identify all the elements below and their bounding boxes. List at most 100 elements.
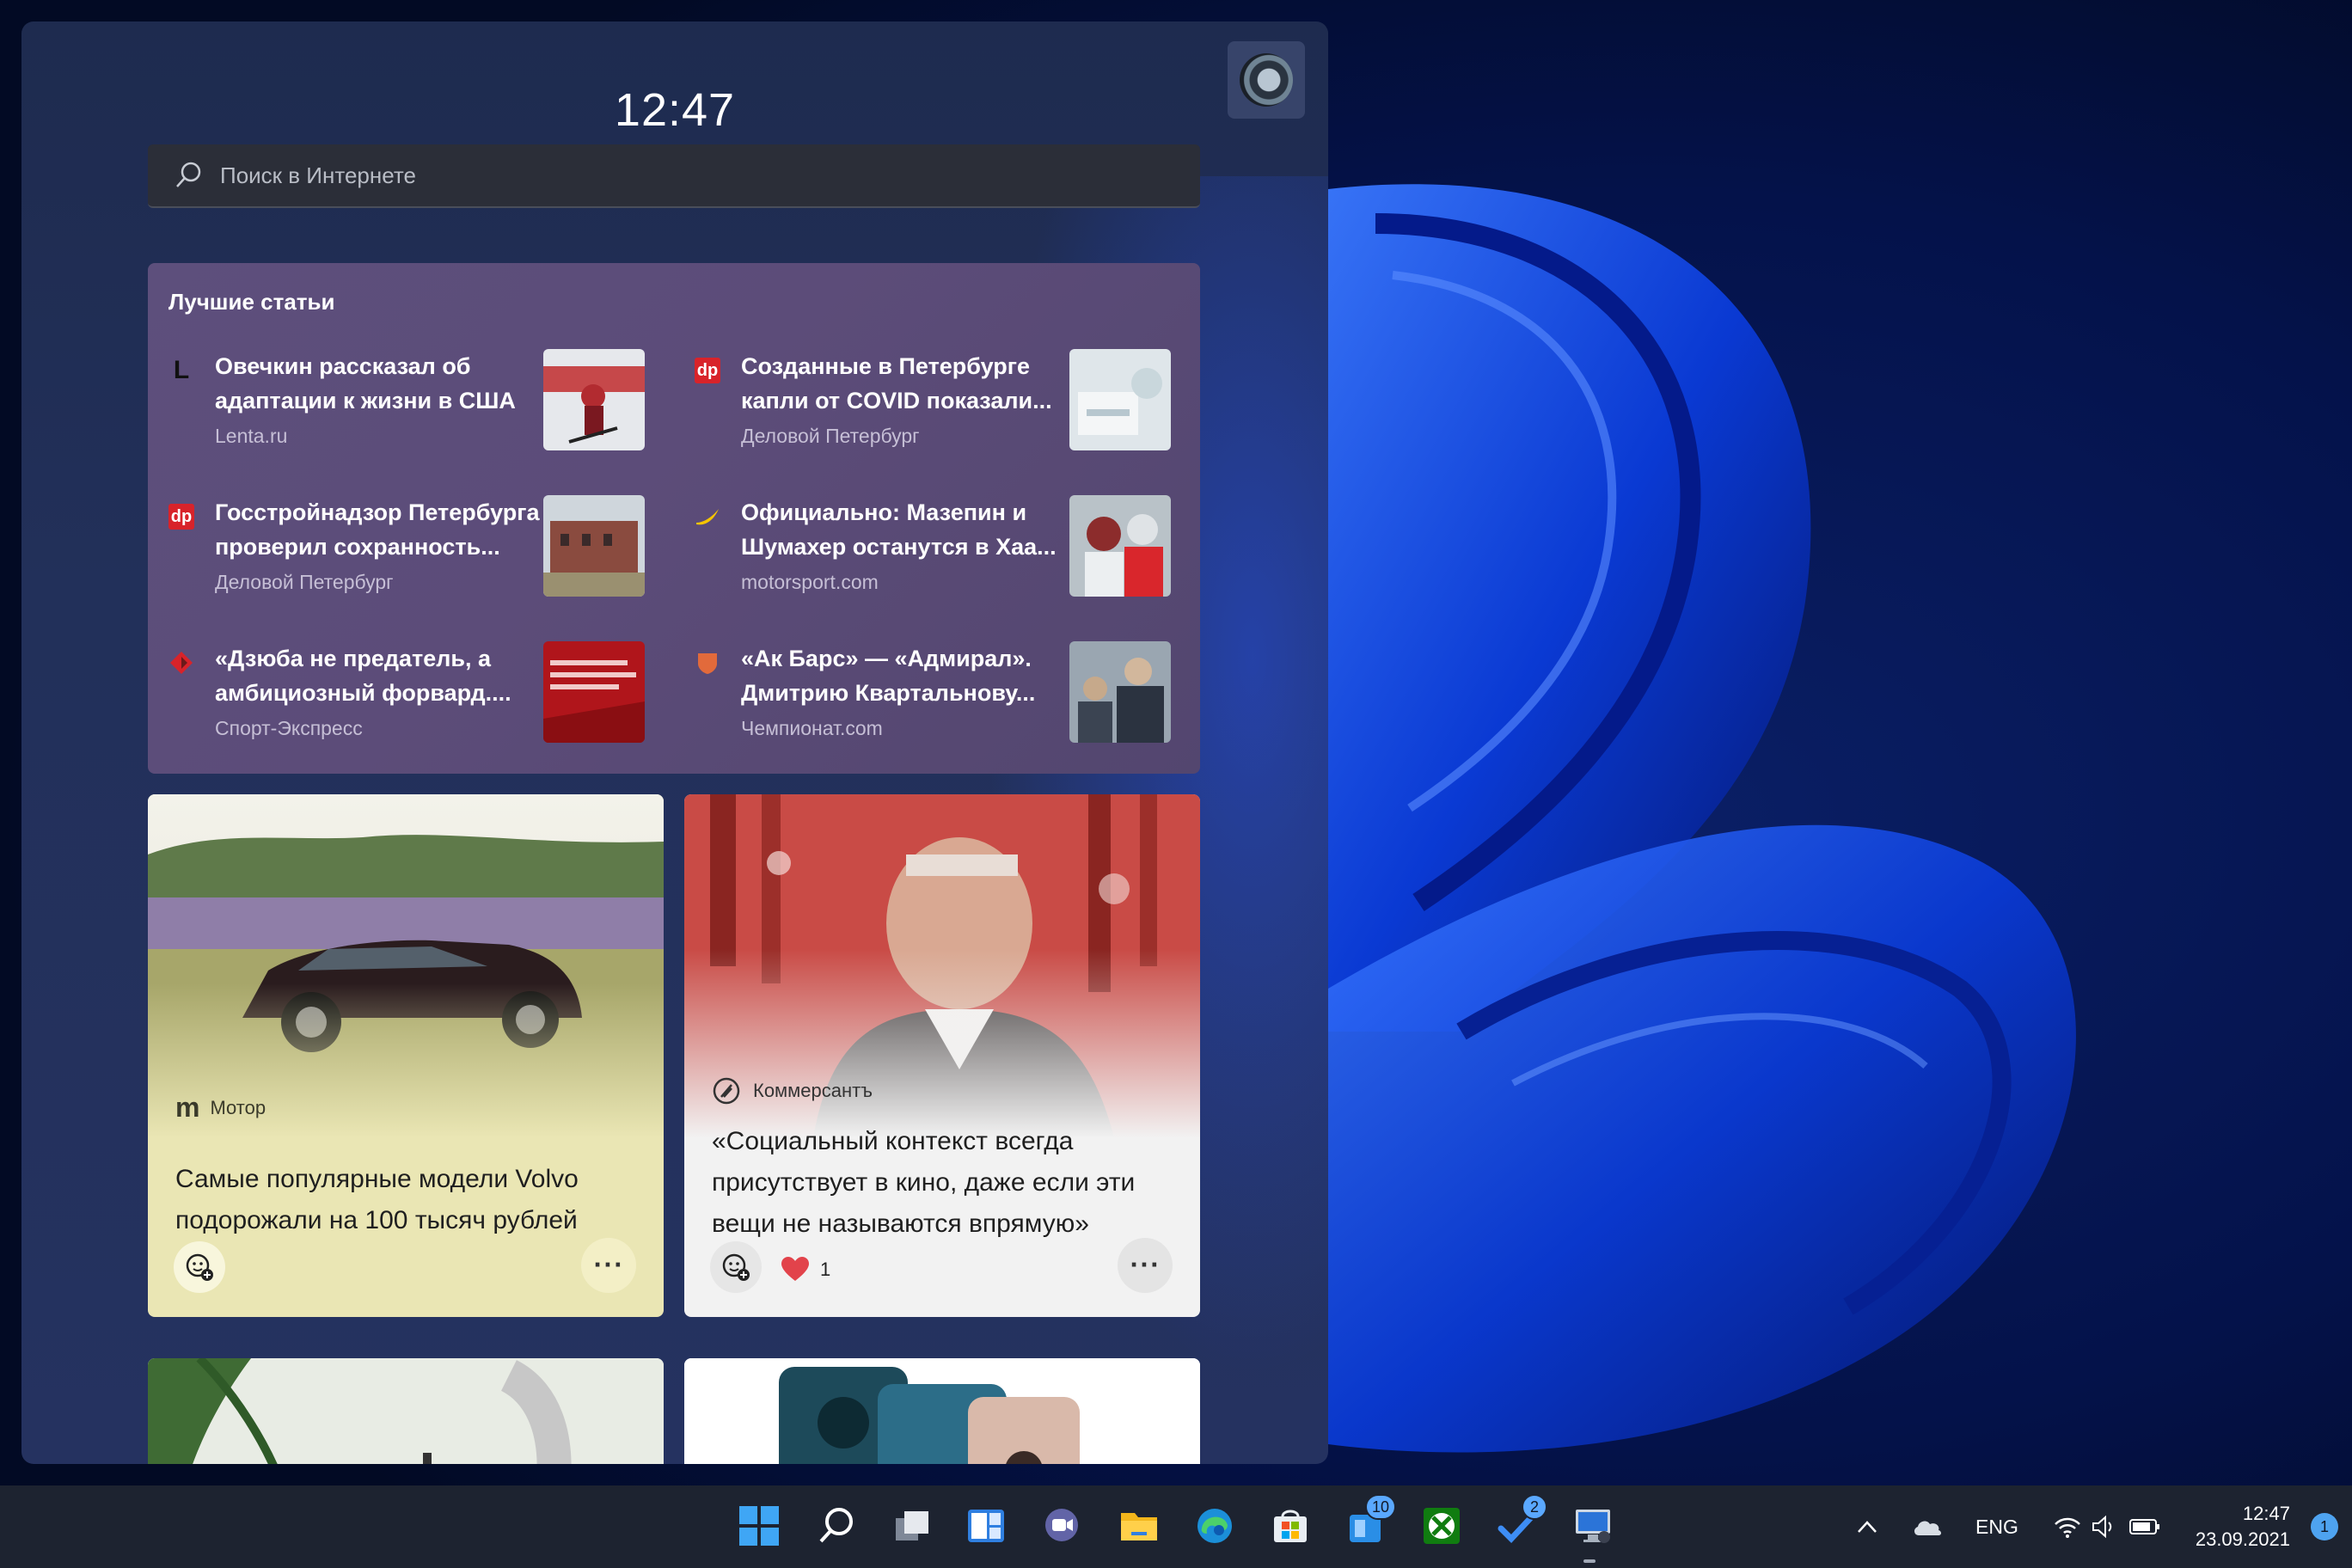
teams-chat-button[interactable] [1037,1501,1087,1551]
phones-image [684,1358,1200,1464]
motorsport-logo-icon [695,504,720,530]
wifi-icon [2054,1517,2080,1538]
motor-logo-icon: m [175,1092,199,1123]
web-search-box[interactable]: Поиск в Интернете [148,144,1200,208]
input-language-button[interactable]: ENG [1975,1516,2018,1539]
top-story-title: Созданные в Петербурге капли от COVID по… [741,353,1052,413]
top-story-source: Деловой Петербург [741,425,920,447]
building-thumbnail [543,495,645,597]
system-tray: ENG 12:47 23.09.2021 1 [1848,1485,2338,1568]
folder-icon [1121,1513,1157,1540]
top-story-item[interactable]: dp Госстройнадзор Петербурга проверил со… [148,495,655,624]
search-icon [819,1508,853,1543]
dp-logo-icon: dp [168,504,194,530]
network-volume-battery-group[interactable] [2053,1515,2161,1539]
cloud-icon [1914,1521,1941,1535]
top-story-source: Деловой Петербург [215,571,394,593]
edge-icon [1197,1509,1232,1543]
xbox-button[interactable] [1417,1501,1467,1551]
card-source-name: Мотор [210,1096,266,1118]
battery-icon [2128,1519,2159,1534]
news-card-kommersant[interactable]: Коммерсантъ «Социальный контекст всегда … [684,794,1200,1317]
card-source: Коммерсантъ [712,1076,873,1106]
top-stories-widget: Лучшие статьи L Овечкин рассказал об ада… [148,263,1200,774]
like-count: 1 [820,1259,831,1280]
top-story-source: Чемпионат.com [741,717,883,739]
news-card-motor[interactable]: m Мотор Самые популярные модели Volvo по… [148,794,664,1317]
tray-time: 12:47 [2242,1503,2290,1524]
notification-badge: 2 [1522,1494,1547,1520]
top-stories-header: Лучшие статьи [168,289,335,315]
top-story-item[interactable]: Официально: Мазепин и Шумахер останутся … [674,495,1181,624]
tray-date: 23.09.2021 [2195,1528,2290,1550]
remote-desktop-button[interactable] [1568,1501,1618,1551]
top-story-source: Спорт-Экспресс [215,717,363,739]
chevron-up-icon [1858,1521,1877,1533]
top-story-title: Официально: Мазепин и Шумахер останутся … [741,499,1057,560]
widgets-button[interactable] [961,1501,1011,1551]
top-story-item[interactable]: dp Созданные в Петербурге капли от COVID… [674,349,1181,478]
running-indicator [1583,1559,1596,1563]
more-options-button[interactable]: ··· [1118,1238,1173,1293]
xbox-icon [1424,1508,1460,1544]
reactions-summary[interactable]: 1 [781,1257,830,1283]
dp-logo-icon: dp [695,358,720,383]
sport-express-logo-icon [168,650,194,676]
widgets-panel: 12:47 Поиск в Интернете Лучшие статьи L … [21,21,1328,1464]
task-view-button[interactable] [887,1501,937,1551]
top-story-source: Lenta.ru [215,425,288,447]
todo-button[interactable]: 2 [1492,1494,1547,1551]
profile-button[interactable] [1228,41,1305,119]
kommersant-logo-icon [713,1077,740,1105]
weather-app-button[interactable]: 10 [1341,1494,1396,1551]
notification-center-button[interactable]: 1 [2310,1513,2338,1540]
ms-store-button[interactable] [1265,1501,1315,1551]
widgets-clock: 12:47 [614,84,736,136]
top-story-source: motorsport.com [741,571,879,593]
emoji-add-icon [722,1253,750,1281]
news-card-partial[interactable] [684,1358,1200,1464]
card-headline: «Социальный контекст всегда присутствует… [712,1127,1136,1238]
add-reaction-button[interactable] [174,1241,225,1293]
monitor-icon [1576,1510,1610,1543]
onedrive-button[interactable] [1902,1516,1953,1537]
emoji-add-icon [186,1253,213,1281]
top-story-item[interactable]: «Дзюба не предатель, а амбициозный форва… [148,641,655,770]
start-button[interactable] [734,1501,784,1551]
chat-icon [1045,1509,1078,1541]
top-story-title: «Дзюба не предатель, а амбициозный форва… [215,646,511,706]
heart-icon [781,1257,809,1281]
hockey-thumbnail [543,349,645,450]
championat-logo-icon [695,650,720,676]
windows-logo-icon [739,1506,779,1546]
lab-thumbnail [1069,349,1171,450]
top-story-title: Госстройнадзор Петербурга проверил сохра… [215,499,540,560]
racers-thumbnail [1069,495,1171,597]
top-story-title: «Ак Барс» — «Адмирал». Дмитрию Квартальн… [741,646,1036,706]
card-source: m Мотор [175,1092,266,1124]
notification-badge: 10 [1364,1494,1396,1520]
store-icon [1274,1510,1307,1542]
top-story-title: Овечкин рассказал об адаптации к жизни в… [215,353,516,413]
more-options-button[interactable]: ··· [581,1238,636,1293]
card-source-name: Коммерсантъ [753,1080,873,1101]
widgets-icon [968,1510,1004,1542]
quote-thumbnail [543,641,645,743]
search-button[interactable] [812,1501,861,1551]
volvo-car-image [148,794,664,1138]
avatar [1240,53,1293,107]
lenta-logo-icon: L [173,356,190,384]
show-hidden-icons-button[interactable] [1848,1518,1886,1535]
news-card-partial[interactable] [148,1358,664,1464]
top-story-item[interactable]: L Овечкин рассказал об адаптации к жизни… [148,349,655,478]
plant-image [148,1358,664,1464]
edge-button[interactable] [1190,1501,1240,1551]
add-reaction-button[interactable] [710,1241,762,1293]
search-placeholder: Поиск в Интернете [220,162,416,188]
card-headline: Самые популярные модели Volvo подорожали… [175,1165,579,1234]
search-icon [174,158,208,193]
task-view-icon [896,1511,928,1540]
top-story-item[interactable]: «Ак Барс» — «Адмирал». Дмитрию Квартальн… [674,641,1181,770]
clock-button[interactable]: 12:47 23.09.2021 [2196,1501,2290,1553]
file-explorer-button[interactable] [1114,1501,1164,1551]
